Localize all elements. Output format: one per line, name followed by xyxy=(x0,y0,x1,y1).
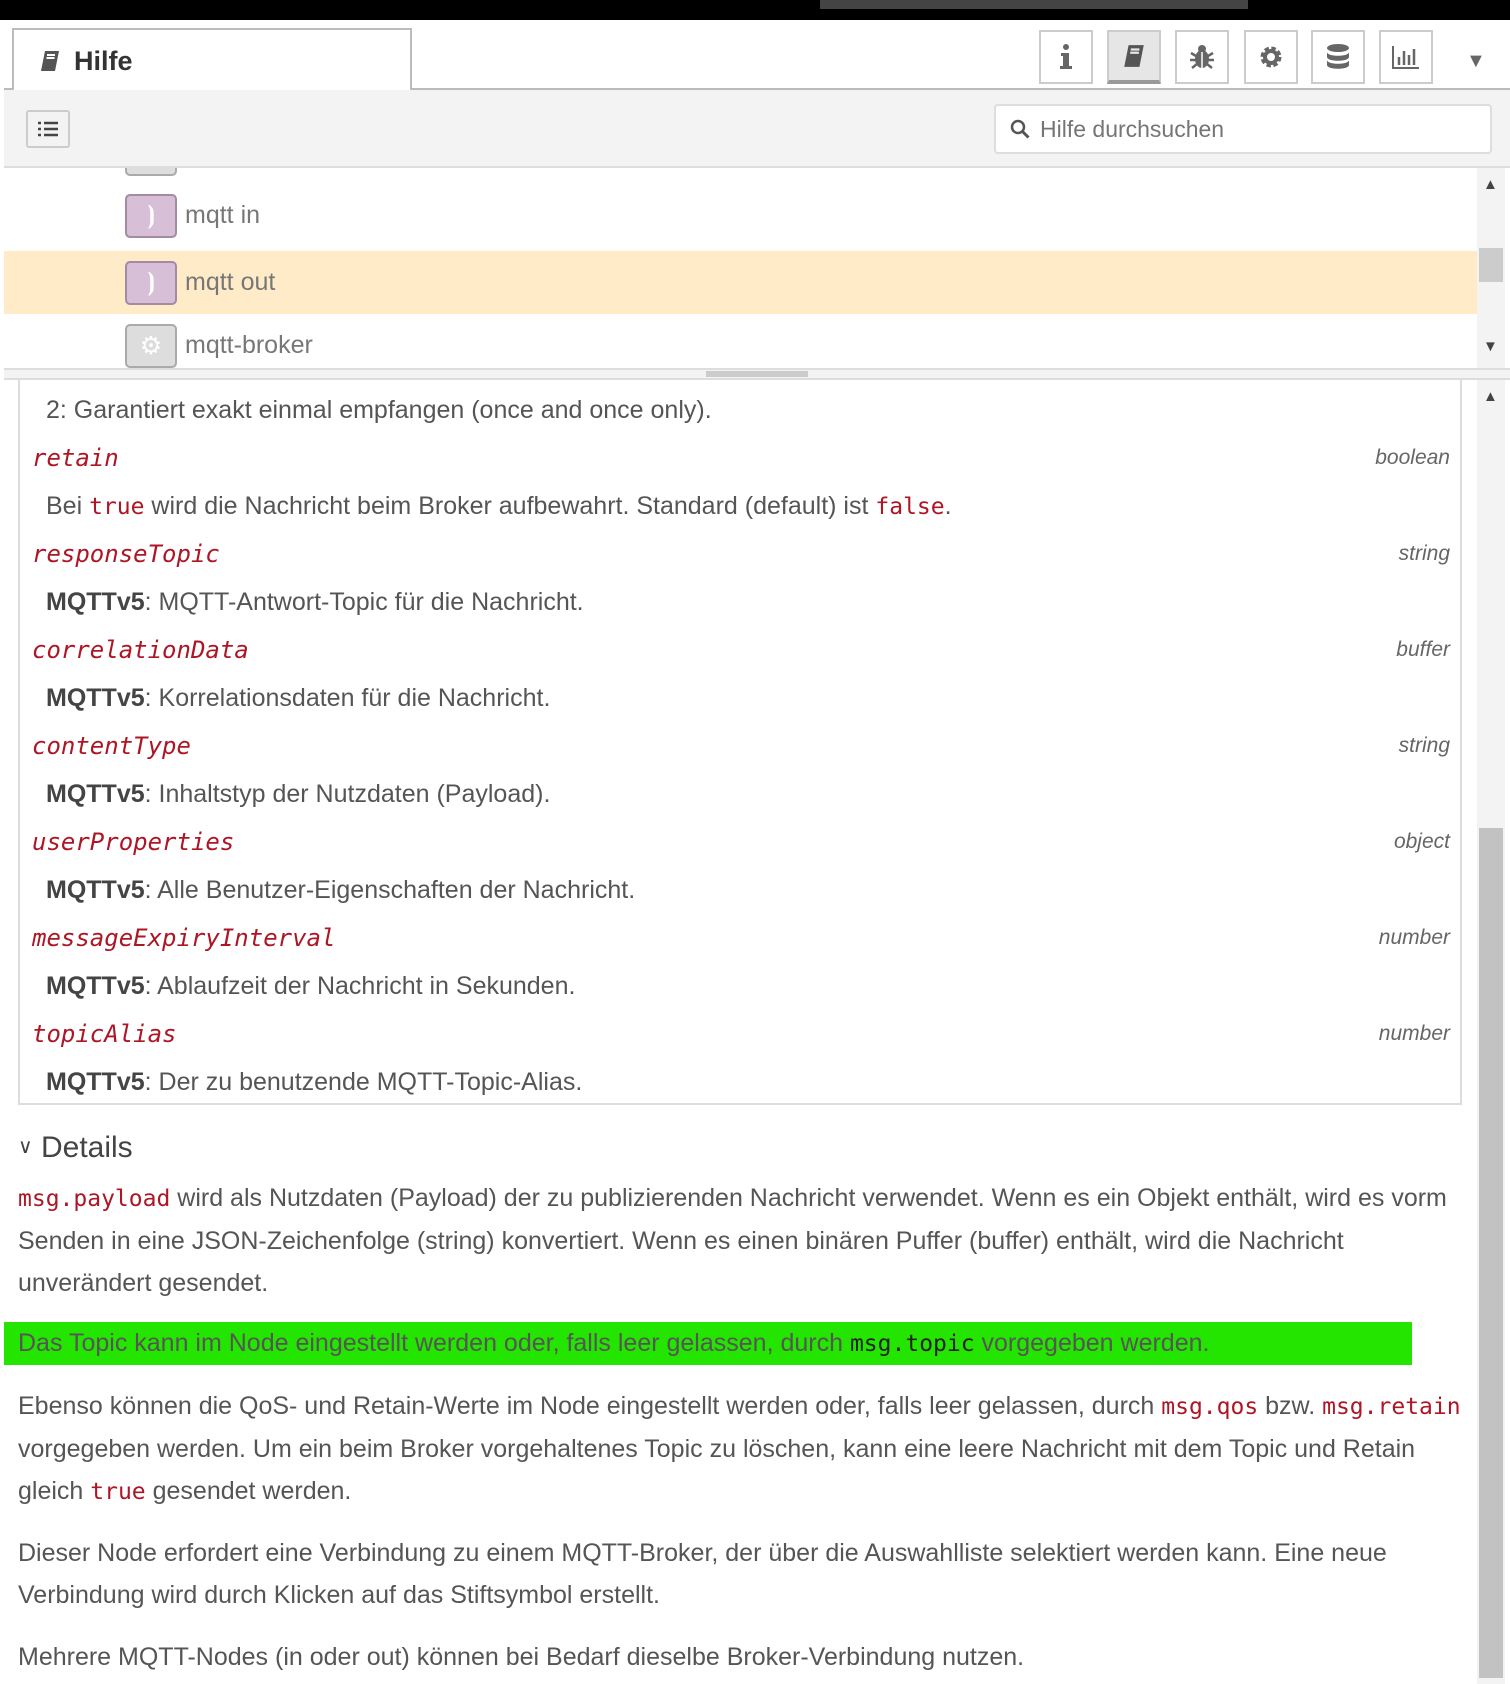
search-field[interactable] xyxy=(994,104,1492,154)
scroll-thumb[interactable] xyxy=(1479,248,1503,282)
info-icon xyxy=(1060,44,1072,69)
resize-handle[interactable] xyxy=(706,371,808,377)
tab-help[interactable]: Hilfe xyxy=(12,28,412,92)
help-toolbar xyxy=(4,90,1510,168)
highlighted-paragraph: Das Topic kann im Node eingestellt werde… xyxy=(4,1322,1412,1365)
toc-toggle-button[interactable] xyxy=(26,110,70,148)
chart-icon xyxy=(1392,46,1419,69)
param-description: MQTTv5: Ablaufzeit der Nachricht in Seku… xyxy=(46,972,576,1000)
scroll-up-icon[interactable]: ▲ xyxy=(1483,388,1498,405)
chevron-down-icon: ∨ xyxy=(18,1136,33,1158)
param-description: MQTTv5: Der zu benutzende MQTT-Topic-Ali… xyxy=(46,1068,583,1096)
param-type: object xyxy=(1393,830,1450,853)
debug-button[interactable] xyxy=(1175,30,1229,84)
details-paragraph: Ebenso können die QoS- und Retain-Werte … xyxy=(18,1392,1461,1505)
param-type: number xyxy=(1378,926,1450,949)
param-name: contentType xyxy=(32,732,191,760)
param-type: string xyxy=(1398,542,1450,565)
tab-title: Hilfe xyxy=(74,45,133,76)
node-label: mqtt out xyxy=(185,268,276,296)
node-label: mqtt-broker xyxy=(185,331,313,359)
broadcast-icon: ⦘ xyxy=(125,193,177,238)
param-description: MQTTv5: MQTT-Antwort-Topic für die Nachr… xyxy=(46,588,584,616)
param-name: messageExpiryInterval xyxy=(32,924,336,952)
context-button[interactable] xyxy=(1311,30,1365,84)
top-bar-block xyxy=(820,0,1248,9)
chevron-down-icon[interactable]: ▼ xyxy=(1466,50,1486,73)
bug-icon xyxy=(1190,45,1214,69)
book-icon xyxy=(1124,45,1144,67)
config-button[interactable] xyxy=(1244,30,1298,84)
book-icon xyxy=(41,51,59,71)
param-type: string xyxy=(1398,734,1450,757)
scroll-thumb[interactable] xyxy=(1479,828,1503,1678)
list-item[interactable]: ⦘ mqtt in xyxy=(4,184,1477,247)
list-item[interactable]: ⦘ mqtt out xyxy=(4,251,1477,314)
help-button[interactable] xyxy=(1107,30,1161,84)
details-paragraph: msg.payload wird als Nutzdaten (Payload)… xyxy=(18,1184,1447,1297)
node-label: mqtt in xyxy=(185,201,261,229)
node-list-scrollbar[interactable]: ▲ ▼ xyxy=(1477,168,1505,368)
param-type: boolean xyxy=(1375,446,1450,469)
details-section-toggle[interactable]: ∨ Details xyxy=(18,1122,133,1172)
list-icon xyxy=(38,121,58,137)
content-scrollbar[interactable]: ▲ xyxy=(1477,380,1505,1684)
panel-resize-divider[interactable] xyxy=(4,368,1510,380)
dashboard-button[interactable] xyxy=(1379,30,1433,84)
param-name: topicAlias xyxy=(32,1020,177,1048)
param-name: correlationData xyxy=(32,636,249,664)
message-properties-box: 2: Garantiert exakt einmal empfangen (on… xyxy=(18,380,1462,1105)
search-input[interactable] xyxy=(1040,115,1480,143)
details-paragraph: Dieser Node erfordert eine Verbindung zu… xyxy=(18,1539,1387,1609)
details-paragraph: Mehrere MQTT-Nodes (in oder out) können … xyxy=(18,1643,1025,1671)
tab-row: Hilfe ▼ xyxy=(4,20,1510,92)
param-description: MQTTv5: Korrelationsdaten für die Nachri… xyxy=(46,684,551,712)
param-description: Bei true wird die Nachricht beim Broker … xyxy=(46,492,952,520)
param-type: number xyxy=(1378,1022,1450,1045)
node-icon xyxy=(125,168,177,176)
gear-icon xyxy=(1260,46,1282,68)
broadcast-icon: ⦘ xyxy=(125,260,177,305)
param-name: retain xyxy=(32,444,119,472)
scroll-down-icon[interactable]: ▼ xyxy=(1483,338,1498,355)
scroll-up-icon[interactable]: ▲ xyxy=(1483,176,1498,193)
param-description: 2: Garantiert exakt einmal empfangen (on… xyxy=(46,396,712,424)
node-list: ⦘ mqtt in ⦘ mqtt out ⚙ mqtt-broker xyxy=(4,168,1477,368)
database-icon xyxy=(1327,44,1349,69)
param-description: MQTTv5: Inhaltstyp der Nutzdaten (Payloa… xyxy=(46,780,551,808)
help-content: 2: Garantiert exakt einmal empfangen (on… xyxy=(4,380,1477,1684)
list-item[interactable]: ⚙ mqtt-broker xyxy=(4,314,1477,368)
param-name: responseTopic xyxy=(32,540,220,568)
param-type: buffer xyxy=(1396,638,1450,661)
window-top-bar xyxy=(0,0,1510,20)
param-name: userProperties xyxy=(32,828,235,856)
info-button[interactable] xyxy=(1039,30,1093,84)
param-description: MQTTv5: Alle Benutzer-Eigenschaften der … xyxy=(46,876,636,904)
details-heading: Details xyxy=(40,1131,133,1164)
gear-icon: ⚙ xyxy=(125,323,177,368)
search-icon xyxy=(1010,119,1030,139)
